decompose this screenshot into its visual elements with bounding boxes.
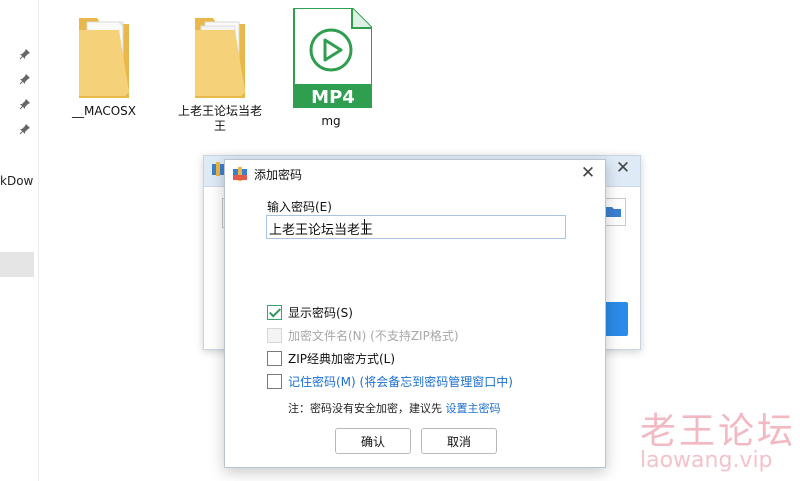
show-password-checkbox[interactable] <box>267 304 282 320</box>
mp4-file-icon: MP4 <box>293 7 373 109</box>
watermark-logo-en: laowang.vip <box>640 448 773 473</box>
cancel-button[interactable]: 取消 <box>421 428 497 454</box>
encrypt-filenames-option: 加密文件名(N) (不支持ZIP格式) <box>267 326 459 344</box>
remember-password-option[interactable]: 记住密码(M) (将会备忘到密码管理窗口中) <box>267 372 513 390</box>
confirm-button[interactable]: 确认 <box>335 428 411 454</box>
watermark-logo-cn: 老王论坛 <box>640 411 797 452</box>
archive-icon <box>233 167 247 181</box>
close-icon[interactable]: ✕ <box>614 158 632 178</box>
show-password-option[interactable]: 显示密码(S) <box>267 303 353 321</box>
folder-icon <box>79 18 129 104</box>
file-name: 上老王论坛当老 王 <box>177 104 262 133</box>
remember-password-checkbox[interactable] <box>267 373 282 389</box>
option-label: 加密文件名(N) (不支持ZIP格式) <box>288 328 459 343</box>
pin-icon[interactable] <box>19 123 31 135</box>
set-master-password-link[interactable]: 设置主密码 <box>446 402 501 415</box>
text-caret <box>364 219 365 234</box>
encrypt-filenames-checkbox <box>267 327 282 343</box>
nav-item-selected[interactable] <box>0 252 34 277</box>
security-note: 注：密码没有安全加密，建议先 设置主密码 <box>288 400 501 416</box>
password-input[interactable]: 上老王论坛当老王 <box>266 215 566 239</box>
navigation-pane: kDow <box>0 0 39 481</box>
option-label: ZIP经典加密方式(L) <box>288 351 396 366</box>
password-label: 输入密码(E) <box>267 200 332 214</box>
close-icon[interactable]: ✕ <box>579 163 597 183</box>
zip-classic-encryption-option[interactable]: ZIP经典加密方式(L) <box>267 349 395 367</box>
pin-icon[interactable] <box>19 73 31 85</box>
parent-primary-button[interactable] <box>604 302 628 336</box>
add-password-dialog: 添加密码 ✕ 输入密码(E) 上老王论坛当老王 显示密码(S) 加密文件名(N)… <box>224 159 606 468</box>
option-label: 显示密码(S) <box>288 305 353 320</box>
pin-icon[interactable] <box>19 48 31 60</box>
file-item-mg[interactable]: MP4 mg <box>288 7 374 129</box>
dialog-title: 添加密码 <box>254 168 303 182</box>
file-item-folder-2[interactable]: 上老王论坛当老 王 <box>172 8 268 134</box>
folder-icon <box>606 207 621 217</box>
note-text: 注：密码没有安全加密，建议先 <box>288 402 446 415</box>
pin-icon[interactable] <box>19 98 31 110</box>
nav-item-partial[interactable]: kDow <box>0 174 33 188</box>
file-name: mg <box>321 114 341 128</box>
dialog-titlebar: 添加密码 ✕ <box>225 160 605 187</box>
file-item-macosx[interactable]: __MACOSX <box>68 8 140 119</box>
zip-classic-encryption-checkbox[interactable] <box>267 350 282 366</box>
mp4-badge: MP4 <box>311 87 355 108</box>
file-name: __MACOSX <box>71 104 136 118</box>
option-label[interactable]: 记住密码(M) (将会备忘到密码管理窗口中) <box>288 373 513 390</box>
folder-icon <box>195 18 245 104</box>
